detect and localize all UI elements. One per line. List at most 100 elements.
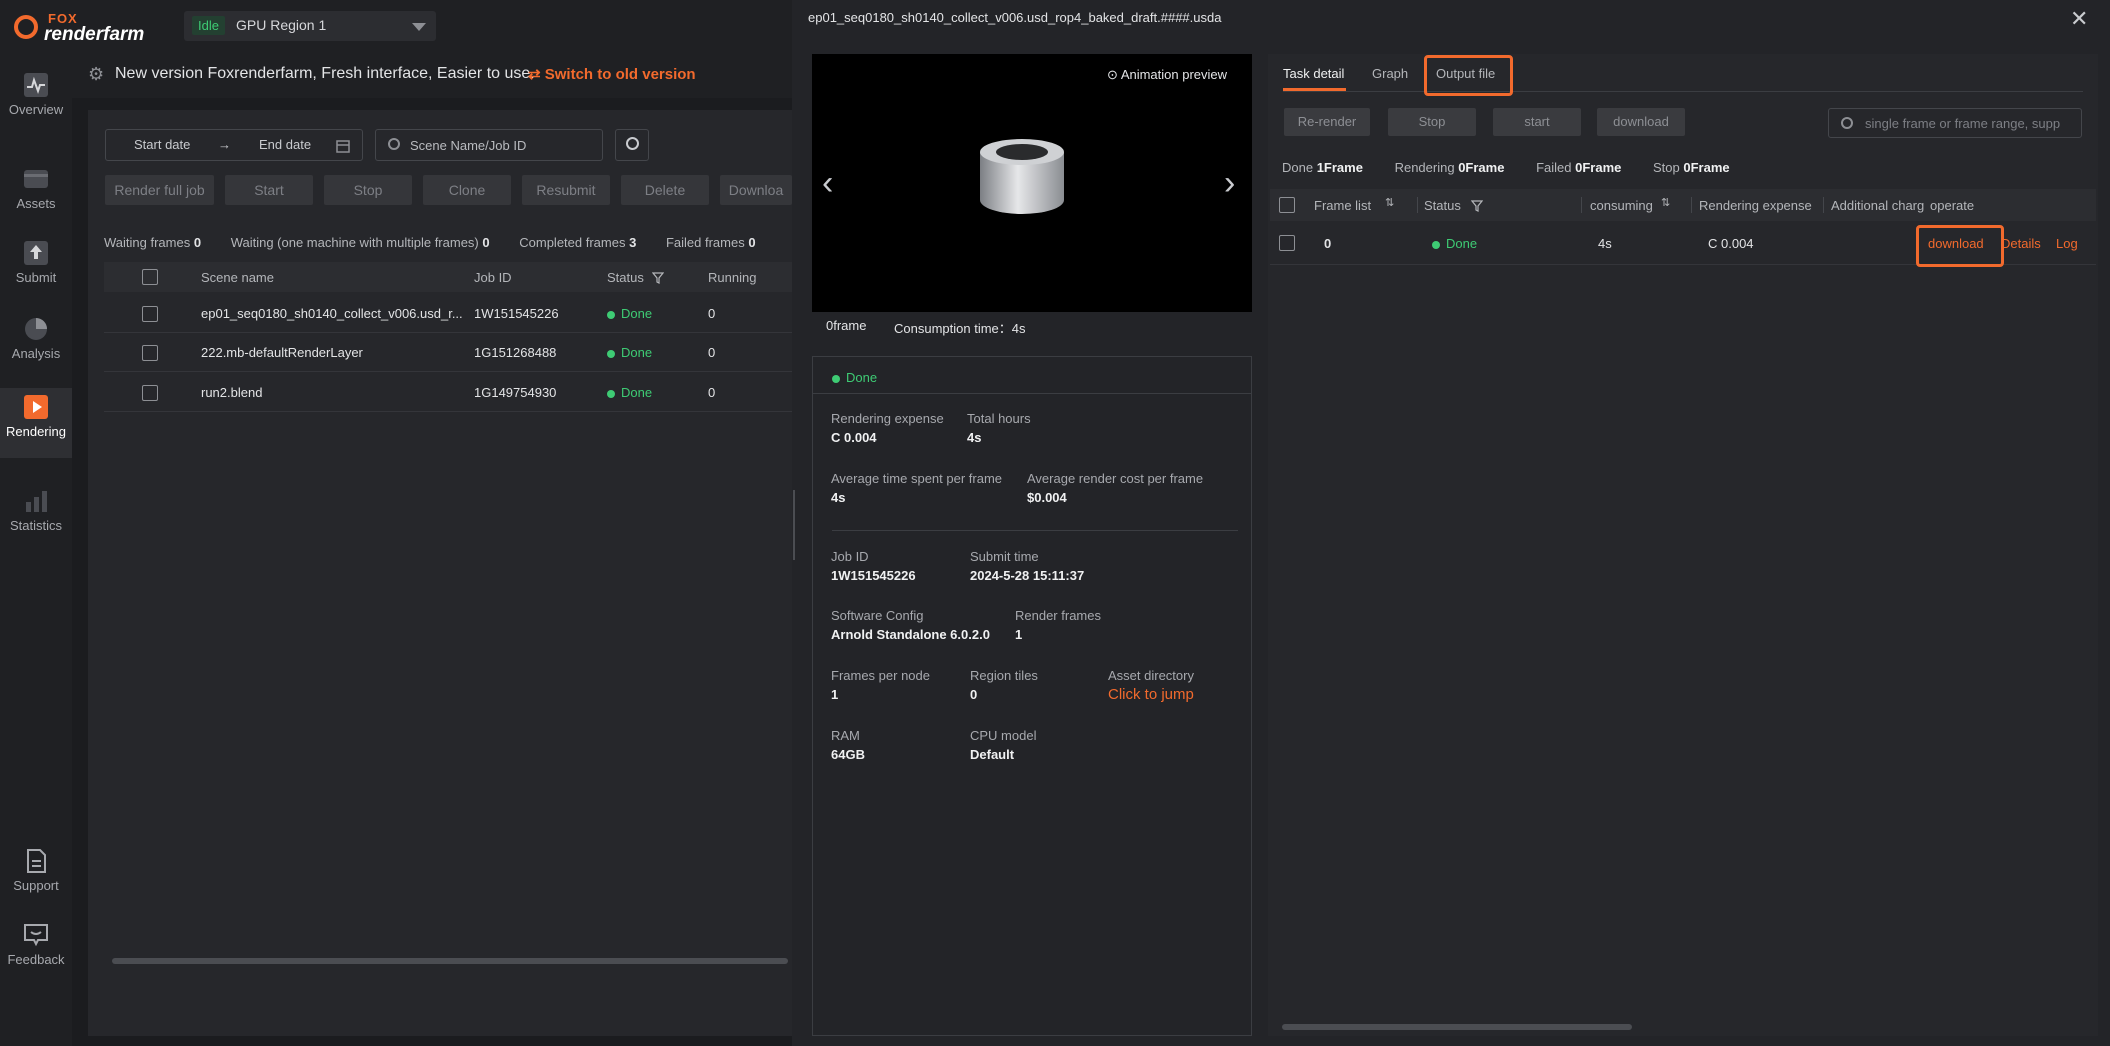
play-circle-icon: ⊙ — [1107, 67, 1118, 82]
column-divider — [1691, 197, 1692, 213]
stat-label: Waiting (one machine with multiple frame… — [230, 235, 479, 250]
cpu-model-value: Default — [970, 747, 1015, 762]
cpu-model-label: CPU model — [970, 728, 1037, 743]
status-text: Done — [846, 370, 878, 385]
switch-old-version-link[interactable]: ⇄ Switch to old version — [528, 65, 696, 83]
frame-number: 0 — [1324, 236, 1332, 251]
sidebar-item-overview[interactable]: Overview — [0, 72, 72, 136]
stat-value: 0 — [748, 235, 756, 250]
sidebar-item-submit[interactable]: Submit — [0, 240, 72, 304]
col-running: Running — [708, 270, 757, 285]
preview-frame: 0frame — [826, 318, 867, 333]
asset-directory-label: Asset directory — [1108, 668, 1194, 683]
frame-search-input[interactable]: single frame or frame range, supp — [1828, 108, 2082, 138]
frame-details-link[interactable]: Details — [2001, 236, 2041, 251]
banner-message: New version Foxrenderfarm, Fresh interfa… — [115, 65, 535, 82]
search-placeholder: Scene Name/Job ID — [410, 138, 527, 153]
frame-log-link[interactable]: Log — [2056, 236, 2078, 251]
avg-time-label: Average time spent per frame — [831, 471, 1003, 486]
download-button[interactable]: Downloa — [720, 175, 792, 205]
table-row[interactable]: run2.blend 1G149754930 Done 0 — [104, 373, 792, 412]
job-stats: Waiting frames 0 Waiting (one machine wi… — [104, 235, 782, 253]
stop-button[interactable]: Stop — [324, 175, 412, 205]
date-arrow: → — [218, 137, 231, 152]
select-all-frames-checkbox[interactable] — [1279, 197, 1295, 213]
frame-checkbox[interactable] — [1279, 235, 1295, 251]
col-operate: operate — [1930, 198, 1975, 213]
region-selector[interactable]: Idle GPU Region 1 — [184, 11, 436, 41]
horizontal-scrollbar[interactable] — [112, 958, 788, 964]
row-checkbox[interactable] — [142, 385, 158, 401]
sidebar-item-rendering[interactable]: Rendering — [0, 388, 72, 458]
tab-graph[interactable]: Graph — [1372, 66, 1408, 81]
switch-label: Switch to old version — [544, 66, 696, 83]
sort-icon[interactable]: ⇅ — [1385, 196, 1394, 209]
calendar-icon — [336, 140, 350, 153]
pulse-icon — [24, 73, 48, 97]
start-button[interactable]: Start — [225, 175, 313, 205]
play-icon — [24, 395, 48, 419]
filter-icon[interactable] — [1471, 200, 1483, 212]
table-row[interactable]: ep01_seq0180_sh0140_collect_v006.usd_r..… — [104, 294, 792, 333]
rendering-expense-value: C 0.004 — [831, 430, 877, 445]
table-row[interactable]: 222.mb-defaultRenderLayer 1G151268488 Do… — [104, 333, 792, 372]
rendering-expense-label: Rendering expense — [831, 411, 944, 426]
resubmit-button[interactable]: Resubmit — [522, 175, 610, 205]
animation-preview-button[interactable]: ⊙ Animation preview — [1107, 67, 1227, 83]
re-render-button[interactable]: Re-render — [1284, 108, 1370, 136]
scene-name: run2.blend — [201, 385, 263, 400]
sidebar-item-assets[interactable]: Assets — [0, 166, 72, 230]
resize-handle[interactable] — [793, 490, 795, 560]
start-date[interactable]: Start date — [134, 137, 190, 152]
dialog-title: ep01_seq0180_sh0140_collect_v006.usd_rop… — [808, 10, 1222, 25]
running-count: 0 — [708, 306, 716, 321]
idle-badge: Idle — [192, 16, 225, 35]
row-checkbox[interactable] — [142, 306, 158, 322]
sidebar-item-support[interactable]: Support — [0, 848, 72, 912]
frame-expense: C 0.004 — [1708, 236, 1754, 251]
asset-directory-link[interactable]: Click to jump — [1108, 686, 1194, 703]
sidebar-item-analysis[interactable]: Analysis — [0, 316, 72, 380]
filter-icon[interactable] — [652, 272, 664, 284]
frame-stat-value: 0Frame — [1575, 160, 1622, 175]
stop-button[interactable]: Stop — [1388, 108, 1476, 136]
chevron-right-icon[interactable]: › — [1224, 164, 1235, 203]
render-full-job-button[interactable]: Render full job — [105, 175, 214, 205]
job-table-header: Scene name Job ID Status Running — [104, 262, 792, 292]
frame-table-scrollbar[interactable] — [1282, 1024, 1632, 1030]
col-frame-list: Frame list — [1314, 198, 1372, 213]
submit-time-label: Submit time — [970, 549, 1039, 564]
scene-name: ep01_seq0180_sh0140_collect_v006.usd_r..… — [201, 306, 463, 321]
status-badge: Done — [607, 306, 652, 321]
row-checkbox[interactable] — [142, 345, 158, 361]
search-input[interactable]: Scene Name/Job ID — [375, 129, 603, 161]
status-text: Done — [621, 385, 653, 400]
frame-consuming: 4s — [1598, 236, 1612, 251]
search-icon — [626, 137, 639, 150]
gear-icon: ⚙ — [88, 64, 105, 84]
download-all-button[interactable]: download — [1597, 108, 1685, 136]
frame-stat-value: 1Frame — [1316, 160, 1363, 175]
foxrenderfarm-logo[interactable]: FOX renderfarm — [14, 10, 144, 45]
sidebar-item-statistics[interactable]: Statistics — [0, 488, 72, 552]
start-button[interactable]: start — [1493, 108, 1581, 136]
frame-stat-label: Failed — [1536, 160, 1572, 175]
animation-preview-label: Animation preview — [1120, 67, 1228, 82]
sort-icon[interactable]: ⇅ — [1661, 196, 1670, 209]
delete-button[interactable]: Delete — [621, 175, 709, 205]
clone-button[interactable]: Clone — [423, 175, 511, 205]
close-icon[interactable]: ✕ — [2070, 6, 2088, 32]
select-all-checkbox[interactable] — [142, 269, 158, 285]
frames-per-node-label: Frames per node — [831, 668, 930, 683]
end-date[interactable]: End date — [259, 137, 311, 152]
ram-value: 64GB — [831, 747, 865, 762]
chevron-down-icon — [412, 23, 426, 31]
tab-task-detail[interactable]: Task detail — [1283, 66, 1344, 81]
frame-table-header: Frame list ⇅ Status consuming ⇅ Renderin… — [1270, 189, 2096, 221]
sidebar-item-feedback[interactable]: Feedback — [0, 922, 72, 986]
region-name: GPU Region 1 — [236, 17, 327, 33]
date-range-picker[interactable]: Start date → End date — [105, 129, 363, 161]
status-badge: Done — [832, 370, 877, 385]
chevron-left-icon[interactable]: ‹ — [822, 164, 833, 203]
search-button[interactable] — [615, 129, 649, 161]
